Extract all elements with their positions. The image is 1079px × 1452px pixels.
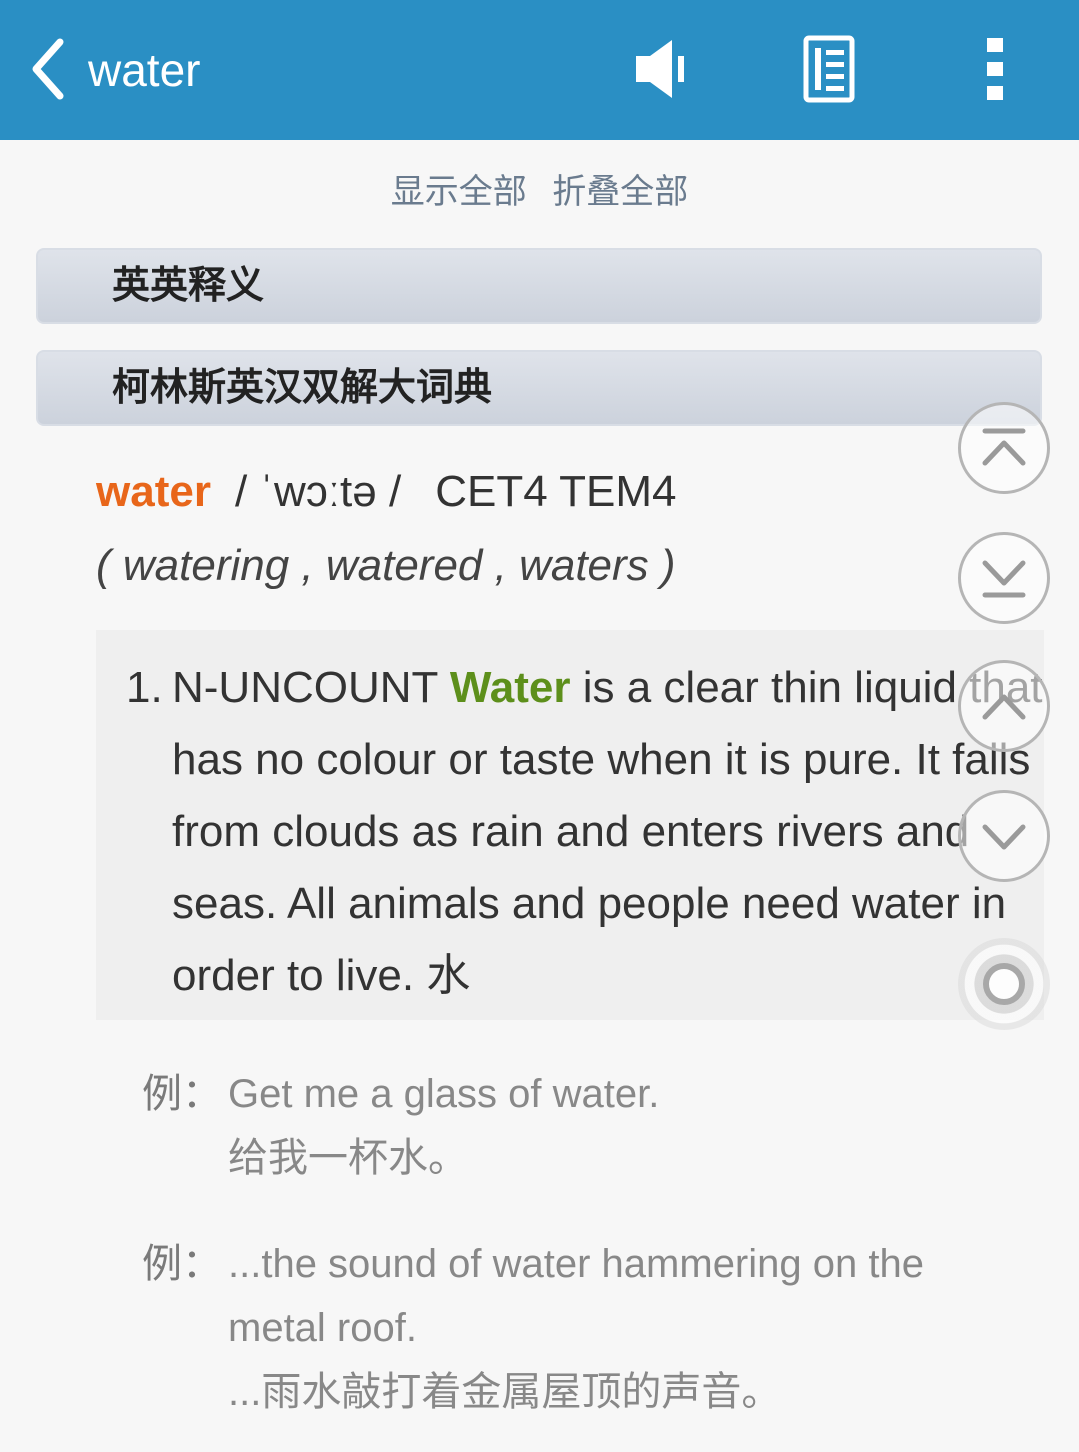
- pronounce-button[interactable]: [630, 34, 696, 104]
- list-icon: [803, 35, 855, 103]
- section-english-definitions[interactable]: 英英释义: [36, 248, 1042, 324]
- scroll-to-bottom-button[interactable]: [958, 532, 1050, 624]
- example-english: ...the sound of water hammering on the m…: [228, 1242, 924, 1350]
- next-section-button[interactable]: [958, 790, 1050, 882]
- page-title: water: [88, 44, 201, 96]
- toggle-bar: 显示全部 折叠全部: [0, 170, 1079, 214]
- back-button[interactable]: [22, 34, 78, 104]
- chevron-left-icon: [32, 38, 64, 100]
- definition-keyword: Water: [449, 663, 571, 712]
- floating-assistant-button[interactable]: [958, 938, 1050, 1030]
- more-options-button[interactable]: [970, 34, 1020, 104]
- example-label: 例：: [142, 1072, 222, 1116]
- top-app-bar: water: [0, 0, 1079, 140]
- example-chinese: ...雨水敲打着金属屋顶的声音。: [228, 1370, 782, 1414]
- scroll-bottom-icon: [982, 560, 1026, 598]
- definition-text: N-UNCOUNT Water is a clear thin liquid t…: [172, 652, 1052, 1012]
- previous-section-button[interactable]: [958, 660, 1050, 752]
- chevron-down-icon: [982, 824, 1026, 850]
- definition-body: is a clear thin liquid that has no colou…: [172, 663, 1043, 1000]
- headword: water: [96, 467, 211, 516]
- word-forms: ( watering , watered , waters ): [96, 541, 676, 590]
- example-label: 例：: [142, 1242, 222, 1286]
- part-of-speech: N-UNCOUNT: [172, 663, 438, 712]
- headword-line: water / ˈwɔːtə / CET4 TEM4: [96, 462, 676, 522]
- example-english: Get me a glass of water.: [228, 1072, 660, 1116]
- section-collins-dictionary[interactable]: 柯林斯英汉双解大词典: [36, 350, 1042, 426]
- collapse-all-link[interactable]: 折叠全部: [552, 173, 688, 211]
- scroll-top-icon: [982, 428, 1026, 466]
- more-vertical-icon: [987, 38, 1003, 100]
- phonetic: / ˈwɔːtə /: [234, 467, 402, 516]
- chevron-up-icon: [982, 694, 1026, 720]
- example-chinese: 给我一杯水。: [228, 1136, 468, 1180]
- definition-block: 1. N-UNCOUNT Water is a clear thin liqui…: [96, 630, 1044, 1020]
- show-all-link[interactable]: 显示全部: [391, 173, 527, 211]
- level-tags: CET4 TEM4: [435, 467, 677, 516]
- target-icon: [983, 963, 1025, 1005]
- speaker-icon: [636, 40, 684, 98]
- definition-number: 1.: [126, 663, 163, 712]
- scroll-to-top-button[interactable]: [958, 402, 1050, 494]
- word-list-button[interactable]: [800, 34, 860, 104]
